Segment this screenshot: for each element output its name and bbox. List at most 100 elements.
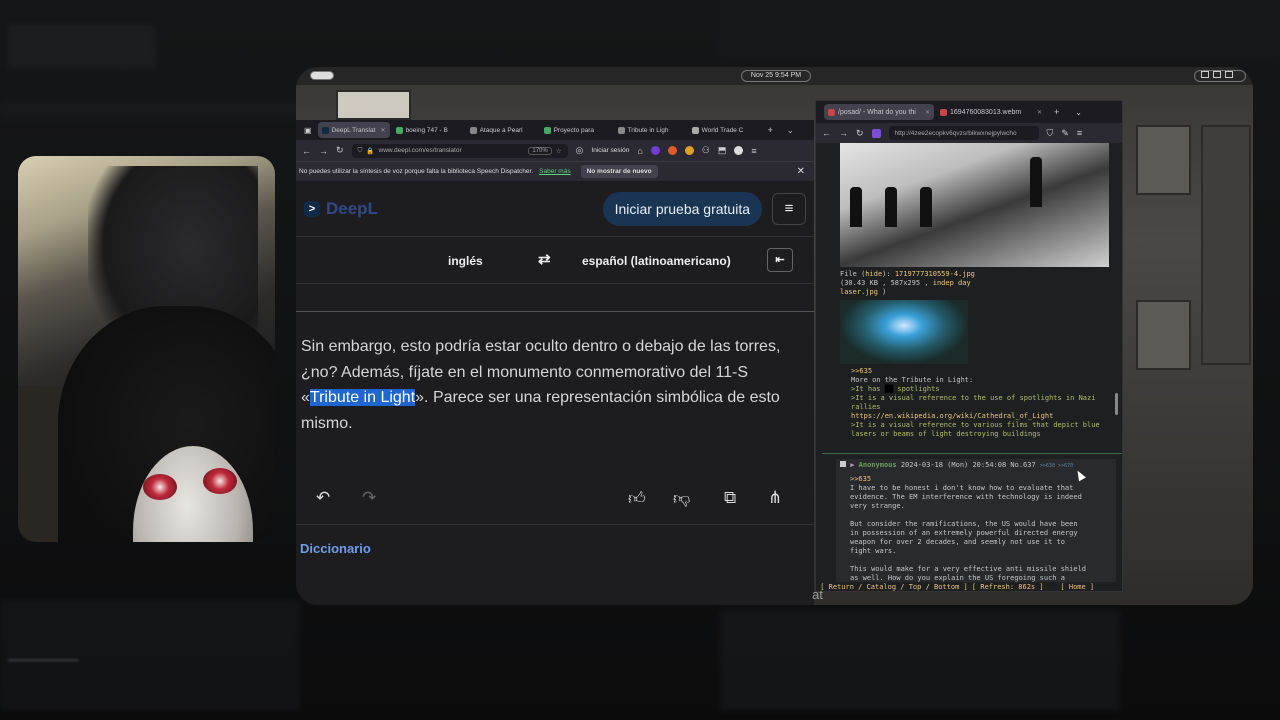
reply-link[interactable]: >>635 [850,475,1086,484]
hide-file-link[interactable]: hide [865,270,882,278]
deepl-logo[interactable]: > DeepL [304,199,378,219]
home-icon[interactable]: ⌂ [637,146,642,156]
translation-output[interactable]: Sin embargo, esto podría estar oculto de… [296,312,814,480]
url-text: http://4zee2ecopkv6qvzsrbikwxnejpylwcho [894,129,1017,137]
op-image[interactable] [840,143,1109,267]
forward-arrow-icon[interactable]: → [319,146,328,156]
collapse-panel-icon[interactable]: ⇤ [767,248,793,272]
learn-more-link[interactable]: Saber más [539,168,570,175]
poster-name: Anonymous [858,461,897,469]
shield-icon[interactable]: ⛉ [1047,128,1054,139]
favicon [691,126,699,134]
reload-icon[interactable]: ↻ [336,145,344,156]
file-name-link[interactable]: 1719777310559-4.jpg [895,270,975,278]
back-arrow-icon[interactable]: ← [302,146,311,156]
deepl-header: > DeepL Iniciar prueba gratuita ≡ [296,182,814,236]
share-icon[interactable]: ⋔ [768,488,782,508]
post-body: >>635 More on the Tribute in Light: >It … [851,367,1101,439]
select-checkbox[interactable] [840,461,846,467]
backlinks[interactable]: >>638 >>670 [1040,463,1073,469]
background-caption: at [812,587,823,602]
trial-button[interactable]: Iniciar prueba gratuita [602,192,762,226]
tab-webm[interactable]: 1694760083013.webm ✕ [936,104,1046,120]
redo-icon[interactable]: ↷ [362,488,376,508]
signin-link[interactable]: Iniciar sesión [591,147,629,154]
wikipedia-link[interactable]: https://en.wikipedia.org/wiki/Cathedral_… [851,412,1101,421]
tab-overview-icon[interactable]: ▣ [304,126,312,135]
notification-text: No puedes utilizar la síntesis de voz po… [299,168,534,175]
file-label: File [840,270,857,278]
tab-label: 1694760083013.webm [950,108,1022,116]
url-bar[interactable]: ⛉ 🔒 www.deepl.com/es/translator 170% ☆ [351,143,568,158]
navigation-toolbar: ← → ↻ ⛉ 🔒 www.deepl.com/es/translator 17… [296,140,814,161]
favicon [828,108,835,116]
power-icon [1225,71,1233,78]
speech-notification-bar: No puedes utilizar la síntesis de voz po… [296,161,814,181]
new-tab-button[interactable]: + [1054,107,1059,117]
reply-link[interactable]: >>635 [851,367,1101,376]
undo-icon[interactable]: ↶ [316,488,330,508]
url-bar[interactable]: http://4zee2ecopkv6qvzsrbikwxnejpylwcho [888,126,1039,140]
close-icon[interactable]: ✕ [797,166,805,177]
back-arrow-icon[interactable]: ← [822,128,831,138]
screen-capture: Nov 25 9:54 PM ▣ DeepL Translat ✕ boeing … [296,67,1253,605]
expand-arrow-icon[interactable]: ▶ [850,461,854,469]
post-paragraph: But consider the ramifications, the US w… [850,520,1078,555]
translation-actions: ↶ ↷ 👍︎ 👎︎ ⧉ ⋔ [296,480,814,524]
post-number[interactable]: No.637 [1010,461,1035,469]
account-icon[interactable]: ◎ [576,145,584,156]
new-tab-button[interactable]: + [768,125,773,135]
tab-label: boeing 747 - B [405,126,448,134]
tor-icon[interactable] [871,128,881,138]
close-icon[interactable]: ✕ [1037,109,1042,116]
close-icon[interactable]: ✕ [381,127,386,134]
copy-icon[interactable]: ⧉ [724,488,736,508]
launcher-button[interactable] [310,71,334,80]
tab-list-chevron-icon[interactable]: ⌄ [1075,108,1082,117]
tab-boeing[interactable]: boeing 747 - B [392,122,464,138]
tab-list-chevron-icon[interactable]: ⌄ [787,126,794,135]
close-icon[interactable]: ✕ [925,109,930,116]
dont-show-again-button[interactable]: No mostrar de nuevo [580,165,658,178]
tab-pearl[interactable]: Ataque a Pearl [466,122,538,138]
thumbs-up-icon[interactable]: 👍︎ [628,488,646,509]
tab-label: Proyecto para [553,126,595,134]
scrollbar-thumb[interactable] [1115,393,1118,415]
reload-icon[interactable]: ↻ [856,128,864,139]
tab-wtc[interactable]: World Trade C [688,122,760,138]
tab-tribute[interactable]: Tribute in Ligh [614,122,686,138]
volume-icon [1213,71,1221,78]
swap-languages-icon[interactable]: ⇄ [538,250,551,268]
spoiler[interactable]: ██ [884,385,894,393]
target-language[interactable]: español (latinoamericano) [582,254,731,268]
extension-icon[interactable] [684,146,694,155]
extension-icon[interactable]: ⬒ [718,145,727,156]
extension-icon[interactable] [667,146,677,155]
bookmark-star-icon[interactable]: ☆ [556,147,562,155]
greentext: spotlights [897,385,940,393]
tab-proyecto[interactable]: Proyecto para [540,122,612,138]
system-topbar: Nov 25 9:54 PM [296,67,1253,85]
clock[interactable]: Nov 25 9:54 PM [741,70,811,82]
menu-icon[interactable]: ≡ [1077,128,1082,138]
menu-icon[interactable]: ≡ [751,146,756,156]
thumbs-down-icon[interactable]: 👎︎ [673,488,690,509]
laser-thumbnail[interactable] [840,300,968,364]
thread-footer-nav[interactable]: [ Return / Catalog / Top / Bottom ] [ Re… [816,582,1122,591]
system-tray[interactable] [1194,70,1246,82]
extension-icon[interactable] [650,146,660,155]
url-text: www.deepl.com/es/translator [378,147,462,154]
forward-arrow-icon[interactable]: → [839,128,848,138]
tab-posad[interactable]: /posad/ - What do you thi ✕ [824,104,934,120]
extension-icon[interactable]: ✎ [1061,128,1069,139]
tab-label: Ataque a Pearl [479,126,523,134]
hamburger-menu-button[interactable]: ≡ [772,193,806,225]
source-language[interactable]: inglés [448,254,483,268]
zoom-level[interactable]: 170% [528,146,552,155]
language-selector-bar: inglés ⇄ español (latinoamericano) ⇤ [296,236,814,284]
tab-deepl[interactable]: DeepL Translat ✕ [317,122,390,138]
tab-label: Tribute in Ligh [627,126,669,134]
extension-icon[interactable] [734,146,744,155]
extension-icon[interactable]: ⚇ [702,145,710,156]
dictionary-heading[interactable]: Diccionario [296,524,814,572]
